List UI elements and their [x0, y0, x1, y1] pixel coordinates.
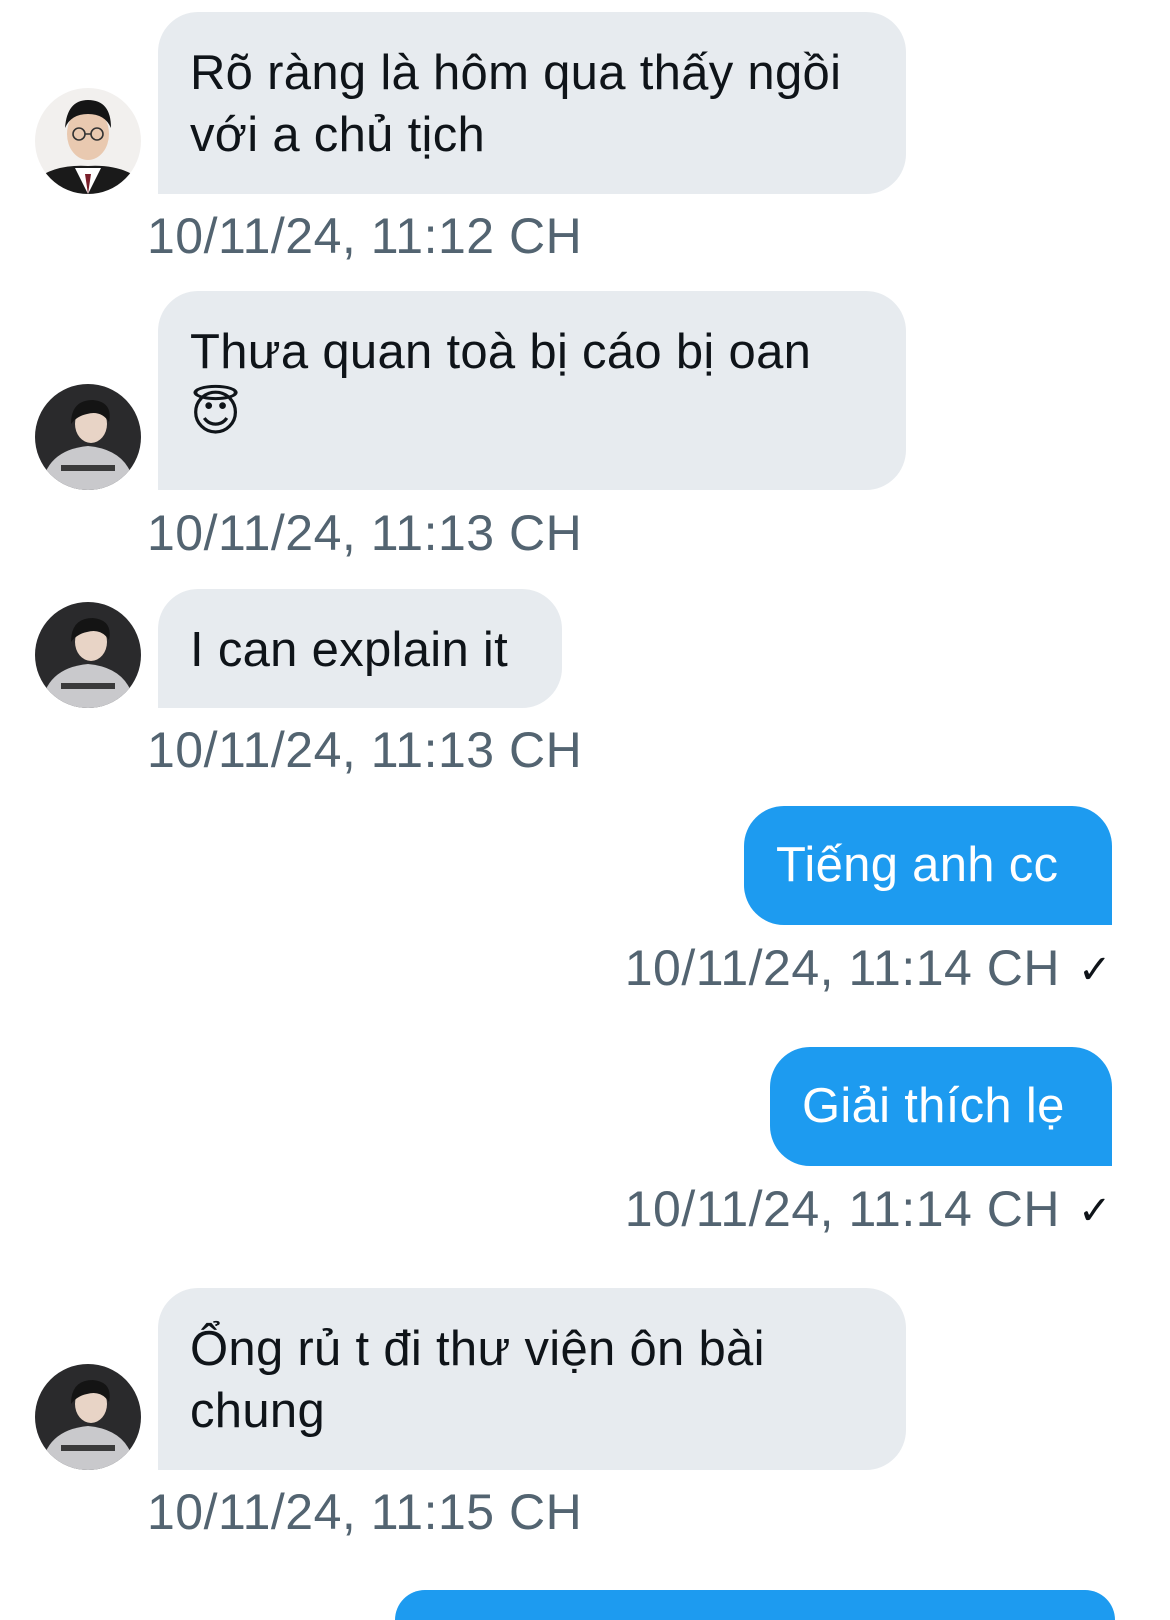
message-text: Rõ ràng là hôm qua thấy ngồi với a chủ t…: [190, 46, 842, 162]
message-timestamp: 10/11/24, 11:14 CH: [624, 940, 1060, 996]
message-bubble-outgoing-partial[interactable]: [395, 1590, 1115, 1620]
message-timestamp: 10/11/24, 11:12 CH: [147, 208, 583, 264]
message-bubble-incoming[interactable]: I can explain it: [158, 589, 562, 708]
message-text: Tiếng anh cc: [776, 838, 1059, 892]
message-text: Giải thích lẹ: [802, 1079, 1065, 1133]
message-bubble-incoming[interactable]: Thưa quan toà bị cáo bị oan 😇: [158, 291, 906, 490]
message-timestamp: 10/11/24, 11:14 CH: [624, 1181, 1060, 1237]
message-bubble-incoming[interactable]: Rõ ràng là hôm qua thấy ngồi với a chủ t…: [158, 12, 906, 194]
chat-thread: Rõ ràng là hôm qua thấy ngồi với a chủ t…: [0, 0, 1170, 1620]
message-text: Thưa quan toà bị cáo bị oan: [190, 325, 812, 379]
message-timestamp: 10/11/24, 11:13 CH: [147, 722, 583, 778]
message-text: I can explain it: [190, 623, 509, 677]
message-bubble-outgoing[interactable]: Giải thích lẹ: [770, 1047, 1112, 1166]
avatar-glasses-user[interactable]: [35, 88, 141, 194]
halo-emoji-icon: 😇: [190, 387, 242, 441]
message-bubble-outgoing[interactable]: Tiếng anh cc: [744, 806, 1112, 925]
avatar-hoodie-user[interactable]: [35, 602, 141, 708]
sent-check-icon: ✓: [1077, 948, 1112, 992]
avatar-hoodie-user[interactable]: [35, 1364, 141, 1470]
message-timestamp: 10/11/24, 11:15 CH: [147, 1484, 583, 1540]
avatar-hoodie-user[interactable]: [35, 384, 141, 490]
message-timestamp-row: 10/11/24, 11:14 CH ✓: [625, 1181, 1112, 1239]
message-timestamp-row: 10/11/24, 11:14 CH ✓: [625, 940, 1112, 998]
message-text: Ổng rủ t đi thư viện ôn bài chung: [190, 1322, 765, 1438]
sent-check-icon: ✓: [1077, 1189, 1112, 1233]
message-timestamp: 10/11/24, 11:13 CH: [147, 505, 583, 561]
message-bubble-incoming[interactable]: Ổng rủ t đi thư viện ôn bài chung: [158, 1288, 906, 1470]
